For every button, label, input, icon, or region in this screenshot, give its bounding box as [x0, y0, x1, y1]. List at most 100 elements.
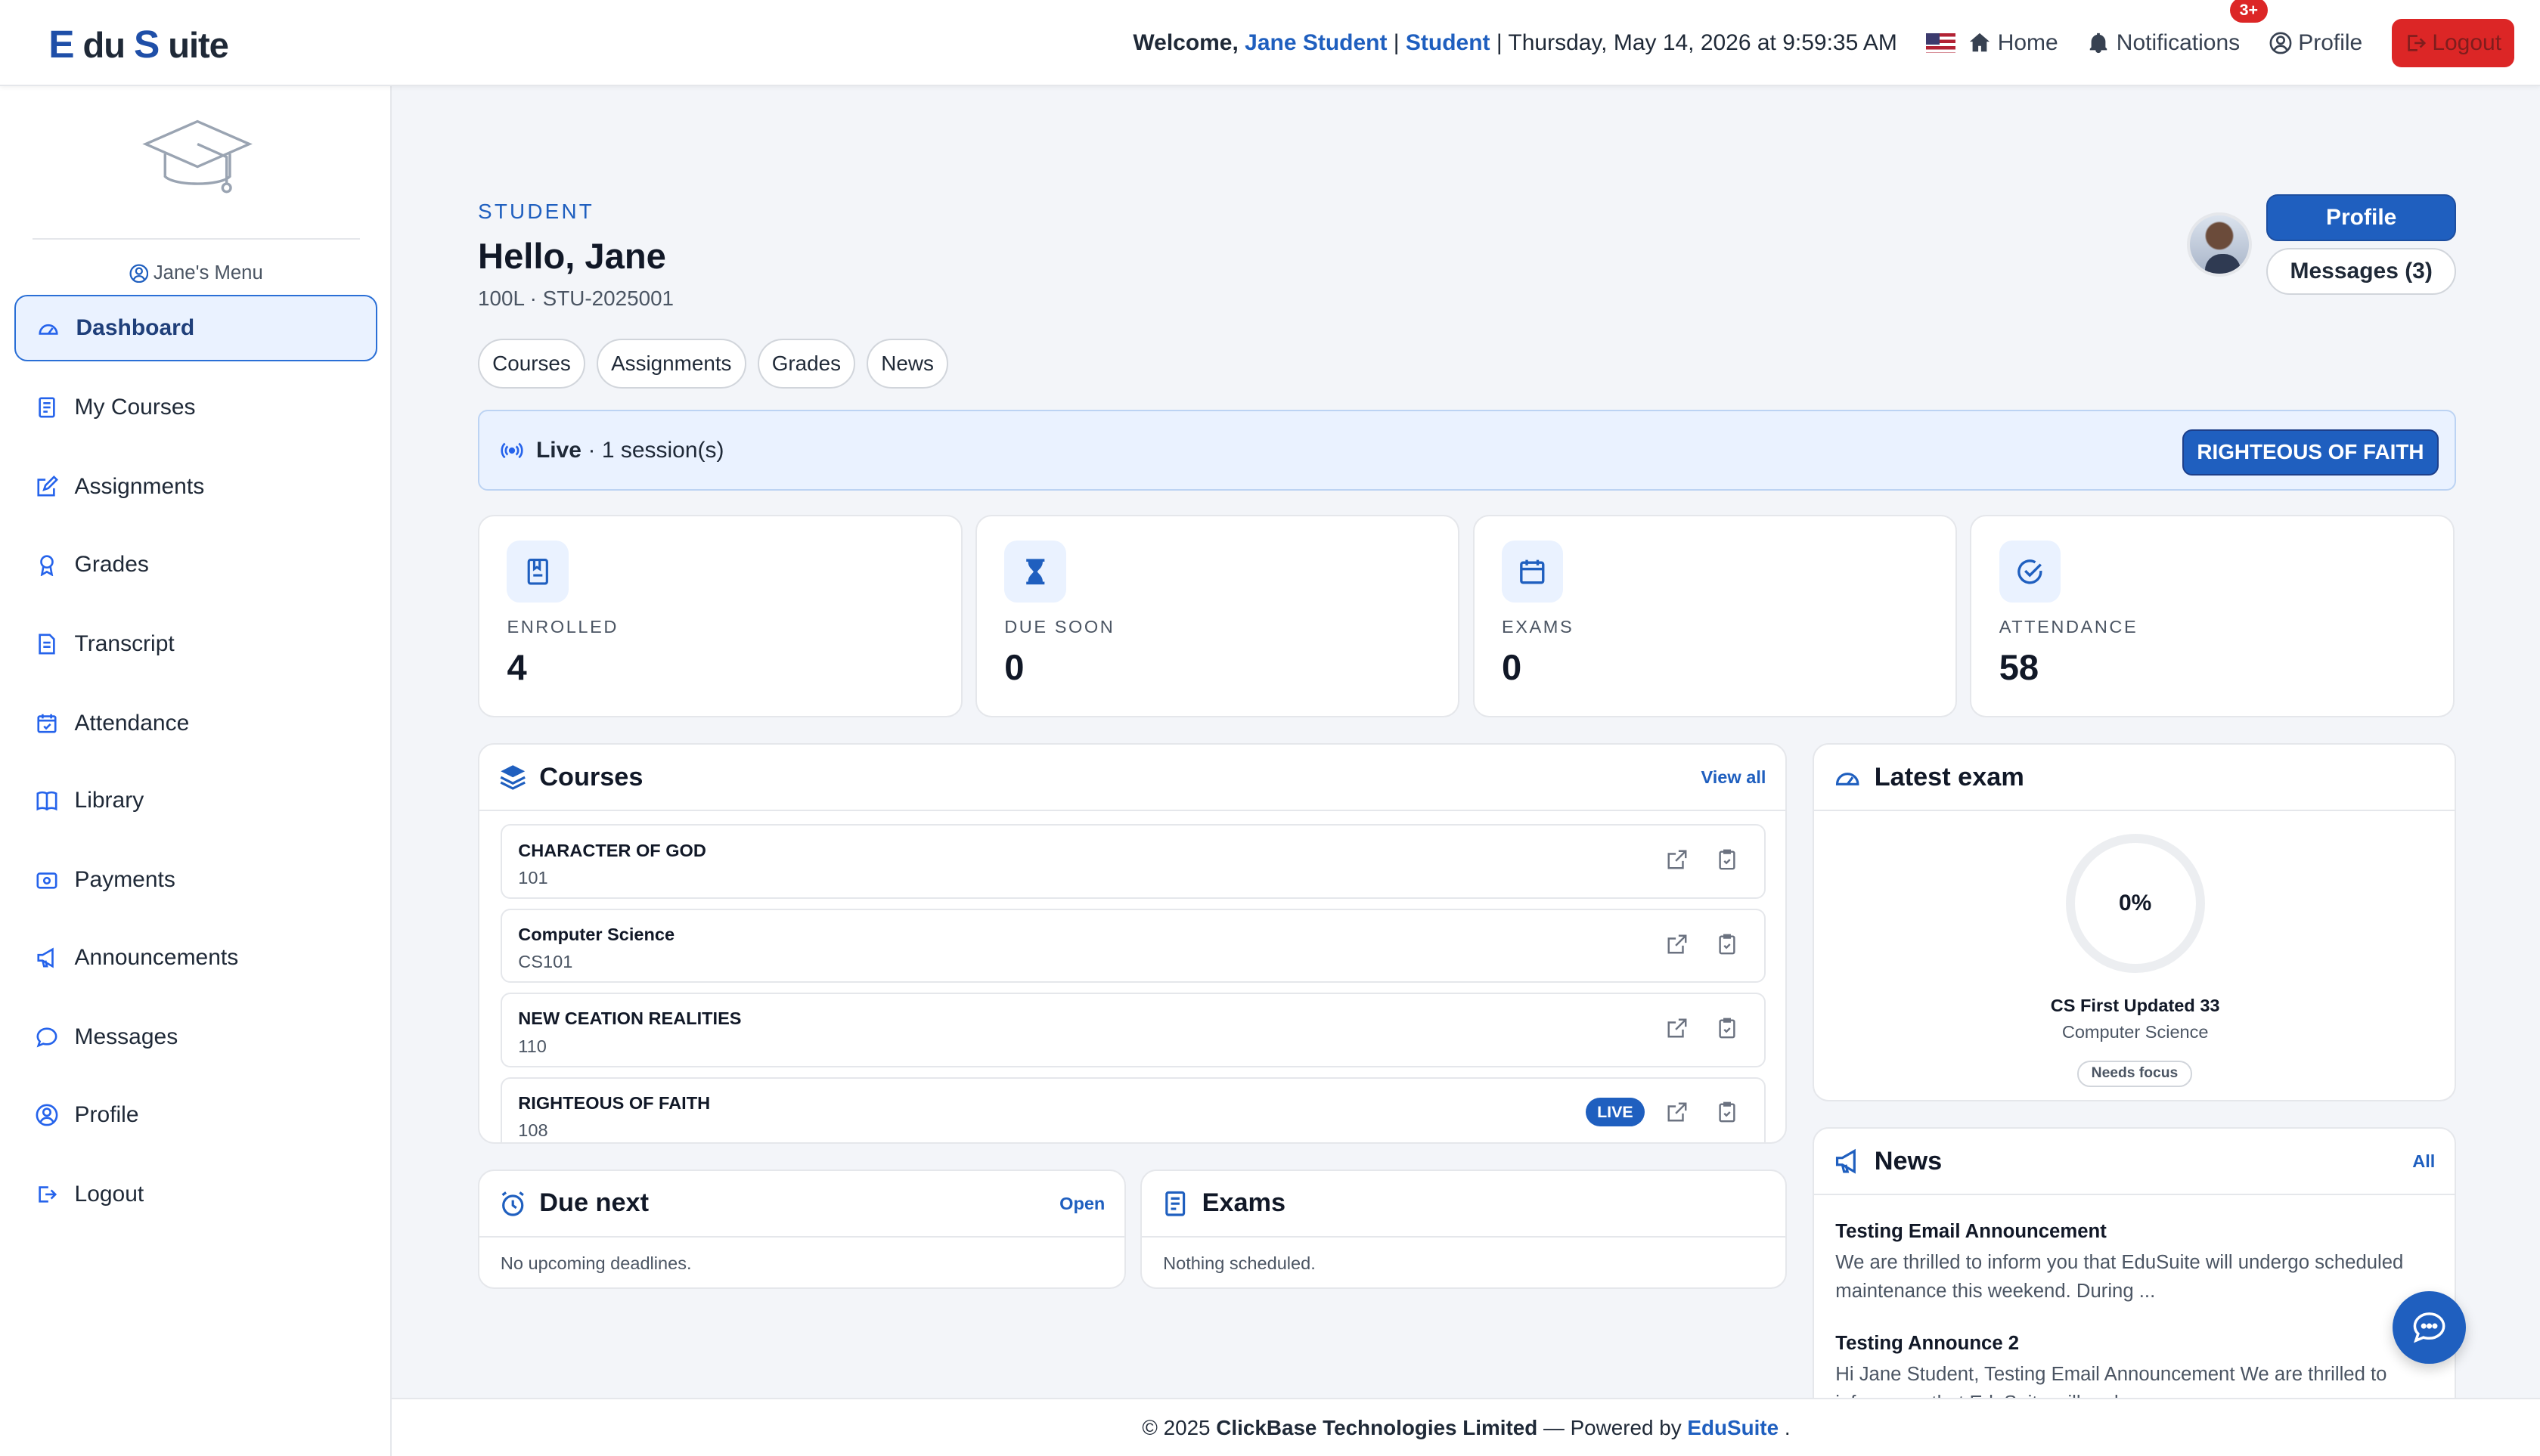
- logo-letter-s: S: [133, 21, 160, 66]
- house-icon: [1970, 33, 1990, 52]
- exam-course: Computer Science: [2061, 1021, 2209, 1042]
- course-row[interactable]: RIGHTEOUS OF FAITH 108 LIVE: [500, 1077, 1766, 1142]
- us-flag-icon[interactable]: [1926, 33, 1956, 53]
- exam-score-ring: 0%: [2065, 834, 2205, 974]
- course-row[interactable]: Computer Science CS101: [500, 908, 1766, 984]
- main-content: STUDENT Hello, Jane 100L · STU-2025001 C…: [392, 86, 2540, 1456]
- profile-button[interactable]: Profile: [2266, 194, 2457, 242]
- journal-bookmark-icon: [527, 558, 548, 585]
- stat-card-due-soon: DUE SOON 0: [975, 515, 1460, 718]
- sidebar-item-profile[interactable]: Profile: [14, 1082, 377, 1148]
- clipboard-check-icon[interactable]: [1716, 1017, 1738, 1039]
- footer-copyright: © 2025: [1142, 1415, 1211, 1439]
- sidebar-item-label: Messages: [74, 1024, 178, 1050]
- book-icon: [36, 792, 57, 811]
- notifications-link[interactable]: Notifications 3+: [2087, 0, 2268, 56]
- welcome-message: Welcome, Jane Student | Student | Thursd…: [1133, 29, 1897, 55]
- footer-company: ClickBase Technologies Limited: [1216, 1415, 1538, 1439]
- chip-news[interactable]: News: [867, 338, 949, 389]
- exams-header: Exams: [1142, 1171, 1786, 1238]
- news-title: Testing Announce 2: [1835, 1333, 2020, 1355]
- external-link-icon[interactable]: [1666, 1101, 1689, 1123]
- due-next-header: Due next Open: [479, 1171, 1125, 1238]
- courses-card: Courses View all CHARACTER OF GOD 101 Co…: [478, 743, 1788, 1144]
- sidebar-item-label: Announcements: [74, 945, 239, 971]
- stat-label: ENROLLED: [507, 617, 619, 637]
- clipboard-check-icon[interactable]: [1716, 933, 1738, 956]
- card-title: Courses: [539, 762, 644, 792]
- logo-text-uite: uite: [168, 24, 229, 65]
- profile-link[interactable]: Profile: [2269, 30, 2362, 56]
- avatar[interactable]: [2187, 212, 2253, 277]
- bell-icon: [2089, 33, 2107, 53]
- live-label: Live: [535, 437, 582, 463]
- sidebar-item-library[interactable]: Library: [14, 768, 377, 835]
- news-title: Testing Email Announcement: [1835, 1221, 2107, 1243]
- course-name: RIGHTEOUS OF FAITH: [518, 1092, 711, 1113]
- external-link-icon[interactable]: [1666, 1017, 1689, 1039]
- notifications-badge: 3+: [2229, 0, 2268, 23]
- latest-exam-header: Latest exam: [1814, 745, 2455, 812]
- sidebar-item-logout[interactable]: Logout: [14, 1161, 377, 1228]
- sidebar-item-grades[interactable]: Grades: [14, 531, 377, 598]
- open-due-link[interactable]: Open: [1059, 1194, 1105, 1214]
- news-item[interactable]: Testing Email Announcement We are thrill…: [1835, 1221, 2435, 1306]
- check-circle-icon: [2017, 559, 2042, 584]
- course-row[interactable]: NEW CEATION REALITIES 110: [500, 993, 1766, 1067]
- wallet-icon: [36, 872, 57, 890]
- exam-name: CS First Updated 33: [2050, 996, 2220, 1016]
- stat-label: ATTENDANCE: [1999, 617, 2138, 637]
- news-body: We are thrilled to inform you that EduSu…: [1835, 1251, 2404, 1303]
- person-circle-icon: [36, 1104, 58, 1126]
- home-link[interactable]: Home: [1968, 30, 2058, 56]
- sidebar-item-assignments[interactable]: Assignments: [14, 454, 377, 520]
- gauge-icon: [39, 324, 58, 335]
- sidebar-item-label: Transcript: [74, 630, 175, 656]
- live-session-count: · 1 session(s): [588, 437, 724, 463]
- courses-card-header: Courses View all: [479, 745, 1786, 812]
- file-text-icon: [39, 634, 55, 655]
- footer-product-link[interactable]: EduSuite: [1687, 1416, 1779, 1440]
- chip-assignments[interactable]: Assignments: [596, 338, 746, 389]
- chip-grades[interactable]: Grades: [757, 338, 856, 389]
- sidebar-item-my-courses[interactable]: My Courses: [14, 374, 377, 441]
- live-course-button[interactable]: RIGHTEOUS OF FAITH: [2182, 429, 2439, 476]
- course-code: CS101: [518, 952, 573, 972]
- chat-fab-button[interactable]: [2393, 1290, 2466, 1364]
- card-title: Exams: [1202, 1188, 1286, 1218]
- sidebar-item-payments[interactable]: Payments: [14, 847, 377, 914]
- sidebar-menu-title: Jane's Menu: [0, 262, 392, 284]
- latest-exam-card: Latest exam 0% CS First Updated 33 Compu…: [1813, 743, 2457, 1101]
- sidebar-item-label: Payments: [74, 867, 175, 893]
- view-all-courses-link[interactable]: View all: [1701, 767, 1766, 788]
- external-link-icon[interactable]: [1666, 933, 1689, 956]
- stack-layers-icon: [500, 765, 526, 790]
- sidebar-item-label: My Courses: [74, 394, 196, 420]
- external-link-icon[interactable]: [1666, 848, 1689, 871]
- card-title: Latest exam: [1874, 762, 2024, 792]
- clipboard-check-icon[interactable]: [1716, 1101, 1738, 1123]
- stat-label: DUE SOON: [1004, 617, 1115, 637]
- edusuite-logo[interactable]: E du S uite: [48, 21, 229, 67]
- logout-button[interactable]: Logout: [2391, 18, 2515, 67]
- sidebar-item-label: Logout: [74, 1182, 144, 1207]
- clipboard-check-icon[interactable]: [1716, 848, 1738, 871]
- broadcast-icon: [501, 442, 523, 458]
- logo-text-du: du: [82, 24, 126, 65]
- sidebar-item-attendance[interactable]: Attendance: [14, 690, 377, 757]
- notifications-label: Notifications: [2116, 29, 2241, 55]
- person-circle-icon: [2269, 32, 2292, 54]
- sidebar-divider: [32, 237, 360, 240]
- messages-button[interactable]: Messages (3): [2266, 247, 2457, 295]
- course-code: 110: [518, 1036, 547, 1056]
- sidebar-item-announcements[interactable]: Announcements: [14, 925, 377, 991]
- chip-courses[interactable]: Courses: [478, 338, 585, 389]
- sidebar-item-messages[interactable]: Messages: [14, 1004, 377, 1070]
- course-name: CHARACTER OF GOD: [518, 840, 706, 860]
- sidebar-item-dashboard[interactable]: Dashboard: [14, 294, 378, 361]
- sidebar-item-transcript[interactable]: Transcript: [14, 611, 377, 677]
- all-news-link[interactable]: All: [2412, 1151, 2435, 1172]
- course-row[interactable]: CHARACTER OF GOD 101: [500, 824, 1766, 899]
- calendar-icon: [1520, 559, 1545, 584]
- due-next-card: Due next Open No upcoming deadlines.: [478, 1169, 1127, 1290]
